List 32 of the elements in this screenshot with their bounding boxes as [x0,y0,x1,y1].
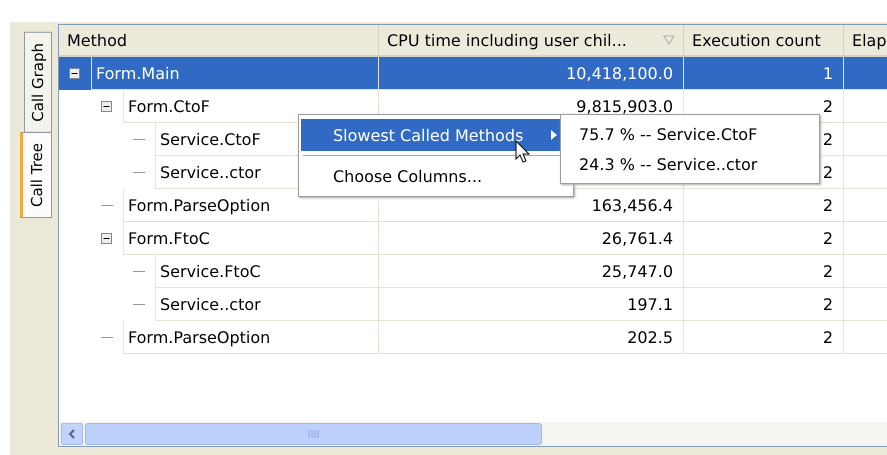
table-cell: 2 [684,288,844,321]
method-name[interactable]: Service.FtoC [155,255,378,288]
method-name[interactable]: Form.ParseOption [123,189,378,222]
table-cell: 26,761.4 [379,222,684,255]
table-cell: 10,418,100.0 [379,57,684,90]
column-header[interactable]: Elap [844,25,887,57]
table-cell: 2 [684,255,844,288]
column-header[interactable]: Method [59,25,379,57]
table-cell: 202.5 [379,321,684,354]
mouse-cursor-icon [515,140,531,164]
side-tab[interactable]: Call Graph [24,32,52,133]
method-name[interactable]: Service..ctor [155,288,378,321]
method-name[interactable]: Form.FtoC [123,222,378,255]
table-cell: 2 [684,222,844,255]
column-header[interactable]: Execution count [684,25,844,57]
table-cell: 2 [684,189,844,222]
method-name[interactable]: Form.ParseOption [123,321,378,354]
table-cell: 2 [684,321,844,354]
table-cell: 25,747.0 [379,255,684,288]
table-cell: 1 [684,57,844,90]
grip-icon [308,430,320,438]
collapse-icon[interactable] [69,68,80,79]
scrollbar-thumb[interactable] [85,423,542,445]
table-cell: 197.1 [379,288,684,321]
method-name[interactable]: Form.Main [91,57,378,90]
collapse-icon[interactable] [101,233,112,244]
sort-descending-icon [663,35,675,45]
side-tab[interactable]: Call Tree [20,132,52,218]
column-header[interactable]: CPU time including user chil... [379,25,684,57]
scroll-left-button[interactable] [61,423,83,445]
submenu-arrow-icon [551,130,557,140]
collapse-icon[interactable] [101,101,112,112]
